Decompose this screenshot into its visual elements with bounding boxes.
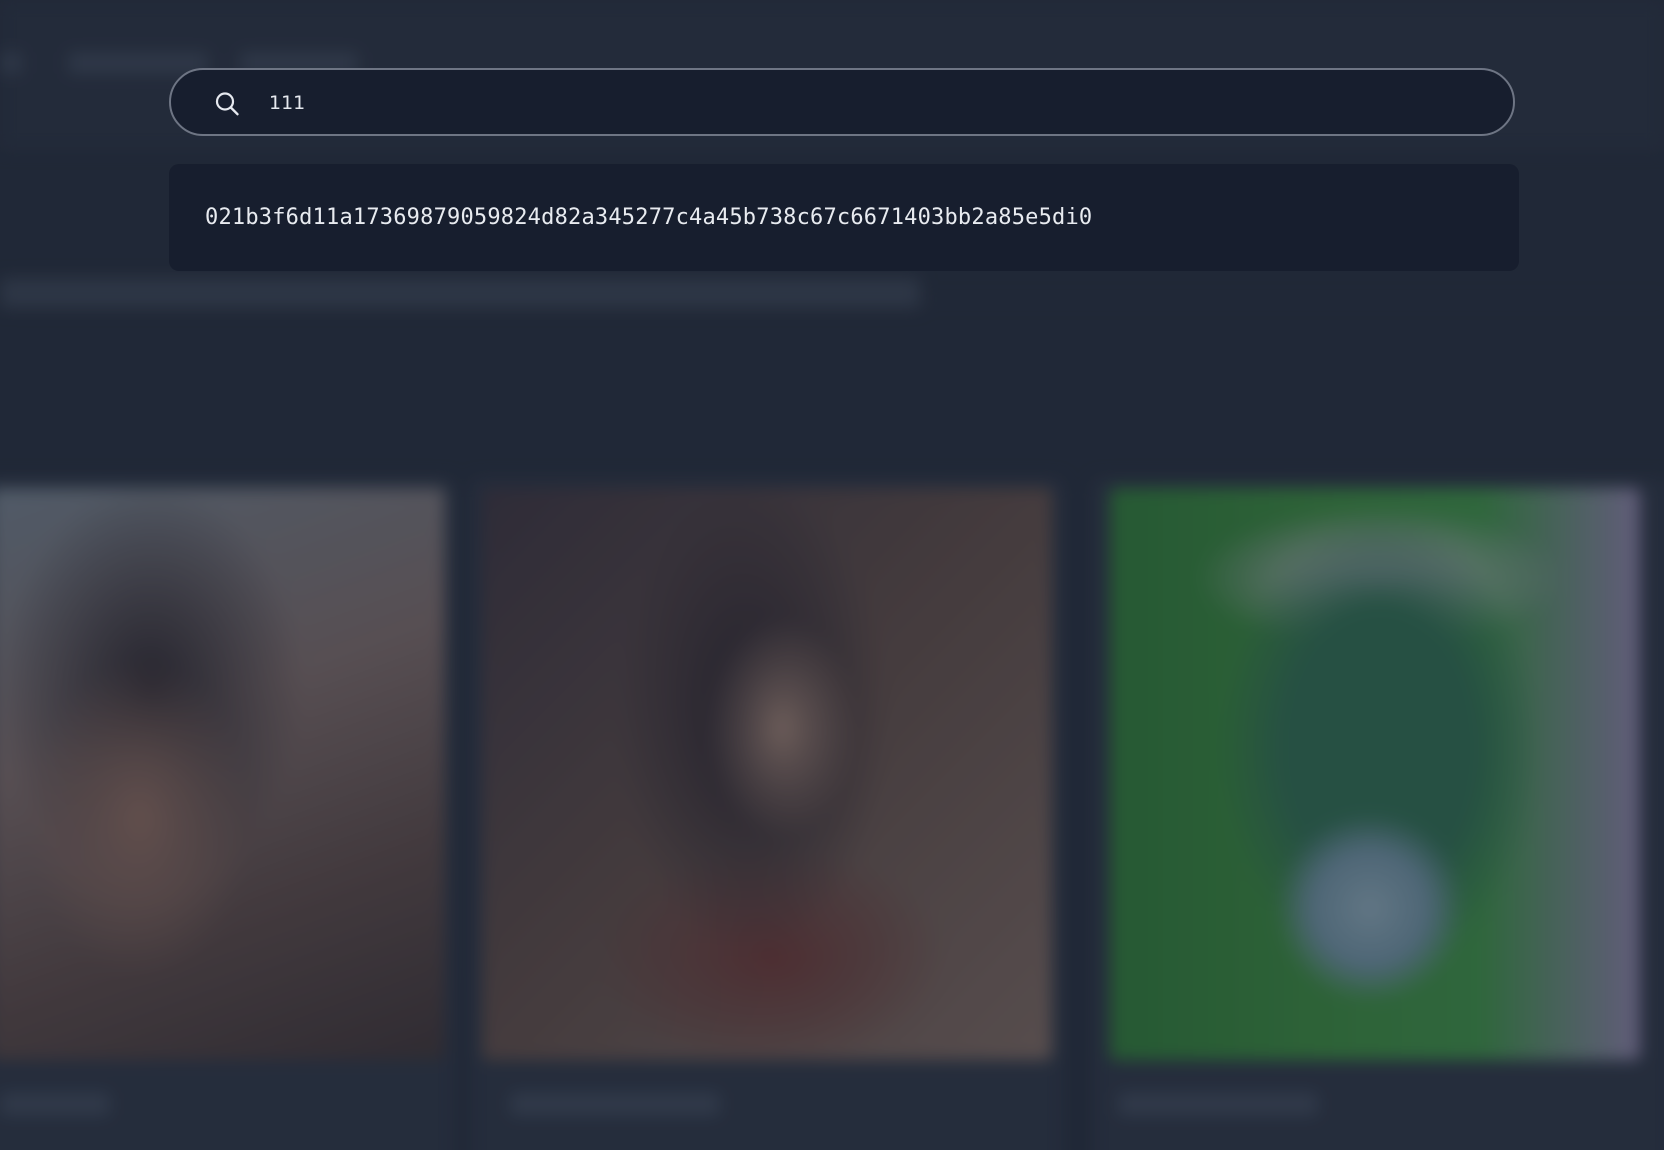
search-icon: [213, 90, 241, 118]
search-result-label: 021b3f6d11a17369879059824d82a345277c4a45…: [205, 205, 1093, 230]
search-result-item[interactable]: 021b3f6d11a17369879059824d82a345277c4a45…: [169, 164, 1519, 271]
search-results-panel: 021b3f6d11a17369879059824d82a345277c4a45…: [169, 164, 1519, 271]
page-root: 021b3f6d11a17369879059824d82a345277c4a45…: [0, 0, 1664, 1150]
search-bar[interactable]: [169, 68, 1515, 136]
search-input[interactable]: [269, 84, 1469, 122]
